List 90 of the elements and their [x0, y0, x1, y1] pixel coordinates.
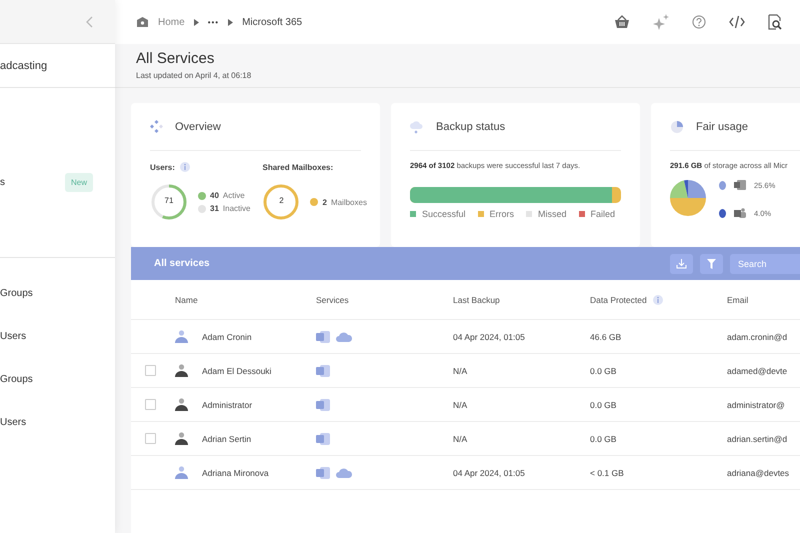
sidebar-item[interactable]: Users	[0, 417, 26, 428]
legend-label: Successful	[422, 209, 466, 219]
column-header[interactable]: Last Backup	[453, 294, 500, 304]
new-badge: New	[64, 173, 93, 192]
home-icon[interactable]	[136, 16, 149, 28]
pie-icon	[670, 120, 684, 134]
last-backup: 04 Apr 2024, 01:05	[453, 468, 525, 478]
last-backup: 04 Apr 2024, 01:05	[453, 332, 525, 342]
inactive-count: 31	[210, 204, 219, 213]
users-label: Users:	[150, 162, 175, 172]
cloud-icon	[410, 120, 424, 134]
exchange-icon	[316, 432, 330, 444]
data-protected: 0.0 GB	[590, 434, 616, 444]
mailboxes-label: Mailboxes	[330, 198, 367, 206]
email: adrian.sertin@d	[727, 434, 788, 444]
cloud-icon	[336, 468, 353, 478]
user-name: Adrian Sertin	[202, 434, 252, 444]
row-checkbox[interactable]	[145, 433, 156, 444]
column-header[interactable]: Services	[316, 294, 349, 304]
active-label: Active	[222, 191, 245, 200]
download-icon	[676, 258, 687, 269]
last-backup: N/A	[453, 366, 468, 376]
inactive-label: Inactive	[222, 204, 250, 213]
exchange-icon	[316, 364, 330, 376]
row-checkbox[interactable]	[145, 399, 156, 410]
sidebar-item[interactable]: Groups	[0, 288, 33, 299]
filter-icon	[707, 258, 716, 268]
teams-icon	[734, 208, 746, 219]
legend-label: Missed	[538, 209, 567, 219]
sidebar-item[interactable]: s	[0, 177, 5, 188]
users-total: 71	[164, 196, 174, 205]
mailboxes-total: 2	[278, 196, 285, 205]
breadcrumb-ellipsis[interactable]: •••	[208, 18, 220, 26]
exchange-icon	[316, 330, 330, 342]
user-name: Adriana Mironova	[202, 468, 269, 478]
data-protected: 46.6 GB	[590, 332, 622, 342]
card-title: Fair usage	[696, 120, 748, 132]
active-count: 40	[210, 191, 219, 200]
breadcrumb-current: Microsoft 365	[242, 16, 302, 28]
sparkle-icon[interactable]	[653, 14, 669, 30]
download-button[interactable]	[670, 254, 693, 274]
basket-icon[interactable]	[614, 15, 630, 29]
document-search-icon[interactable]	[768, 14, 782, 30]
last-backup: N/A	[453, 400, 468, 410]
search-field[interactable]: Search	[730, 254, 800, 274]
email: adam.cronin@d	[727, 332, 788, 342]
column-header[interactable]: Data Protected	[590, 294, 647, 304]
card-title: Backup status	[436, 120, 506, 132]
pie-chart-drawing	[670, 180, 706, 216]
last-updated-text: Last updated on April 4, at 06:18	[136, 71, 252, 80]
filter-button[interactable]	[700, 254, 723, 274]
user-name: Adam El Dessouki	[202, 366, 272, 376]
user-name: Adam Cronin	[202, 332, 252, 342]
data-protected: 0.0 GB	[590, 400, 616, 410]
column-header[interactable]: Name	[175, 294, 198, 304]
data-protected: < 0.1 GB	[590, 468, 624, 478]
email: administrator@	[727, 400, 785, 410]
help-icon[interactable]	[692, 15, 706, 29]
sidebar-item[interactable]: adcasting	[0, 60, 48, 72]
exchange-icon	[316, 398, 330, 410]
legend-label: Failed	[590, 209, 616, 219]
exchange-icon	[316, 466, 330, 478]
code-icon[interactable]	[729, 15, 745, 29]
page-title: All Services	[136, 50, 216, 67]
data-protected: 0.0 GB	[590, 366, 616, 376]
exchange-icon	[734, 180, 746, 190]
inactive-dot	[198, 204, 206, 212]
card-title: Overview	[175, 120, 221, 132]
cloud-icon	[336, 332, 353, 342]
info-icon[interactable]	[652, 294, 663, 304]
info-icon[interactable]	[180, 162, 190, 172]
active-dot	[198, 192, 206, 200]
sidebar-item[interactable]: Groups	[0, 374, 33, 385]
email: adriana@devtes	[727, 468, 790, 478]
mailboxes-dot	[310, 198, 318, 206]
sidebar-item[interactable]: Users	[0, 331, 26, 342]
diamonds-icon	[150, 120, 163, 133]
mailboxes-count: 2	[322, 198, 327, 206]
column-header[interactable]: Email	[727, 294, 748, 304]
last-backup: N/A	[453, 434, 468, 444]
caret-icon	[194, 18, 199, 26]
legend-label: Errors	[490, 209, 514, 219]
email: adamed@devte	[727, 366, 788, 376]
collapse-icon[interactable]	[85, 16, 93, 28]
caret-icon	[228, 18, 234, 26]
breadcrumb-link[interactable]: Home	[158, 16, 185, 28]
table-title: All services	[154, 258, 210, 269]
row-checkbox[interactable]	[145, 365, 156, 376]
user-name: Administrator	[202, 400, 252, 410]
shared-mailboxes-label: Shared Mailboxes:	[262, 162, 334, 172]
